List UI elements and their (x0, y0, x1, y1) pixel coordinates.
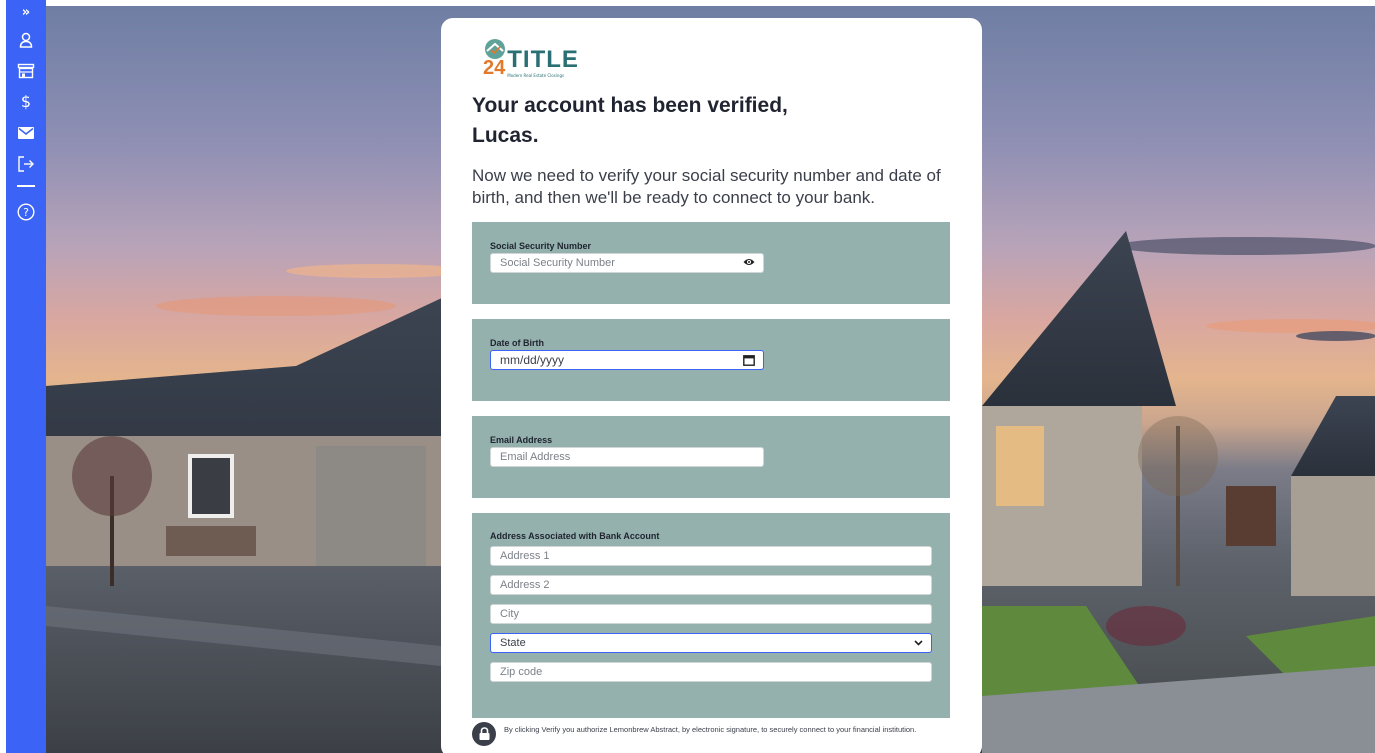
address-panel: Address Associated with Bank Account Add… (472, 513, 950, 718)
chevron-down-icon (914, 637, 923, 649)
address2-input[interactable]: Address 2 (490, 575, 932, 595)
expand-icon[interactable]: » (6, 0, 46, 24)
ssn-panel: Social Security Number Social Security N… (472, 222, 950, 304)
address1-input[interactable]: Address 1 (490, 546, 932, 566)
email-input[interactable]: Email Address (490, 447, 764, 467)
svg-text:?: ? (23, 206, 29, 219)
dob-placeholder: mm/dd/yyyy (500, 353, 565, 367)
address-label: Address Associated with Bank Account (490, 531, 660, 541)
sidebar: » $ ? (6, 0, 46, 753)
email-label: Email Address (490, 435, 553, 445)
ssn-input[interactable]: Social Security Number (490, 253, 764, 273)
consent-notice: By clicking Verify you authorize Lemonbr… (472, 722, 950, 746)
dollar-icon[interactable]: $ (6, 86, 46, 117)
ssn-placeholder: Social Security Number (500, 257, 615, 269)
logo-title: TITLE (507, 46, 579, 73)
address1-placeholder: Address 1 (500, 550, 550, 562)
lock-icon (472, 722, 496, 746)
logo-tagline: Modern Real Estate Closings (507, 73, 565, 78)
city-placeholder: City (500, 608, 519, 620)
dob-panel: Date of Birth mm/dd/yyyy (472, 319, 950, 401)
user-icon[interactable] (6, 24, 46, 55)
page-title: Your account has been verified, Lucas. (472, 91, 951, 151)
email-placeholder: Email Address (500, 451, 571, 463)
address2-placeholder: Address 2 (500, 579, 550, 591)
consent-text: By clicking Verify you authorize Lemonbr… (504, 725, 917, 734)
state-select[interactable]: State (490, 633, 932, 653)
logo: 24 TITLE Modern Real Estate Closings (483, 38, 951, 78)
eye-icon[interactable] (743, 257, 755, 270)
city-input[interactable]: City (490, 604, 932, 624)
calendar-icon[interactable] (743, 354, 755, 369)
state-selected-value: State (500, 637, 526, 649)
zip-input[interactable]: Zip code (490, 662, 932, 682)
page-subtitle: Now we need to verify your social securi… (472, 166, 941, 207)
verification-card: 24 TITLE Modern Real Estate Closings You… (441, 18, 982, 753)
logo-number: 24 (483, 57, 506, 79)
dob-label: Date of Birth (490, 338, 544, 348)
email-panel: Email Address Email Address (472, 416, 950, 498)
ssn-label: Social Security Number (490, 241, 592, 251)
dob-input[interactable]: mm/dd/yyyy (490, 350, 764, 370)
mail-icon[interactable] (6, 117, 46, 148)
help-icon[interactable]: ? (6, 196, 46, 227)
zip-placeholder: Zip code (500, 666, 543, 678)
logout-icon[interactable] (6, 148, 46, 179)
title-line-1: Your account has been verified, (472, 94, 788, 117)
sidebar-divider (17, 185, 35, 187)
store-icon[interactable] (6, 55, 46, 86)
title-line-2: Lucas. (472, 124, 539, 147)
